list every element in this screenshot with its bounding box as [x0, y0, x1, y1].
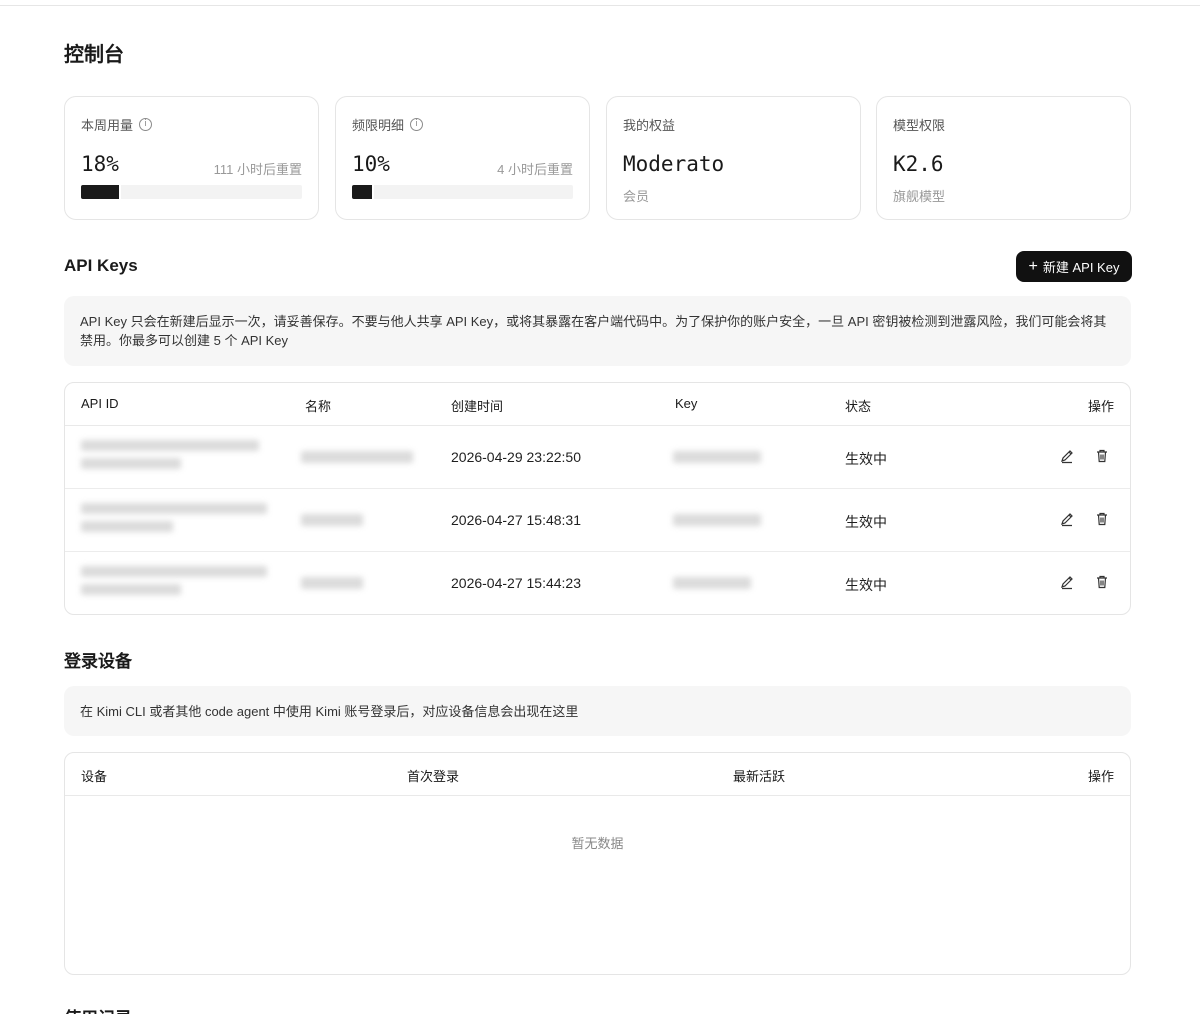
redacted-name [301, 451, 413, 463]
new-api-key-button[interactable]: + 新建 API Key [1016, 251, 1132, 282]
delete-icon[interactable] [1094, 448, 1110, 464]
devices-title: 登录设备 [64, 652, 132, 671]
api-keys-notice: API Key 只会在新建后显示一次，请妥善保存。不要与他人共享 API Key… [64, 296, 1131, 366]
col-device: 设备 [81, 769, 108, 784]
api-keys-table: API ID 名称 创建时间 Key 状态 操作 2026-04-29 23:2… [64, 382, 1131, 615]
created-time: 2026-04-27 15:48:31 [451, 512, 581, 528]
table-header: 设备 首次登录 最新活跃 操作 [65, 753, 1130, 796]
redacted-id [81, 440, 259, 451]
created-time: 2026-04-27 15:44:23 [451, 575, 581, 591]
model-sub: 旗舰模型 [893, 189, 946, 204]
top-divider [0, 5, 1200, 6]
page-title: 控制台 [64, 44, 124, 66]
redacted-id [81, 503, 267, 514]
benefits-sub: 会员 [623, 189, 650, 204]
edit-icon[interactable] [1059, 448, 1075, 464]
model-label: 模型权限 [893, 118, 946, 133]
new-api-key-label: 新建 API Key [1042, 260, 1120, 275]
table-row: 2026-04-27 15:48:31 生效中 [65, 489, 1130, 552]
table-header: API ID 名称 创建时间 Key 状态 操作 [65, 383, 1130, 426]
devices-table: 设备 首次登录 最新活跃 操作 暂无数据 [64, 752, 1131, 975]
info-icon[interactable]: i [139, 118, 153, 131]
col-api-id: API ID [81, 396, 119, 411]
rate-limit-progress-fill [352, 185, 375, 199]
col-first-login: 首次登录 [407, 769, 460, 784]
status-text: 生效中 [845, 451, 887, 467]
redacted-name [301, 577, 363, 589]
weekly-usage-reset: 111 小时后重置 [213, 162, 302, 177]
weekly-usage-value: 18% [81, 152, 119, 176]
usage-title: 使用记录 [64, 1004, 132, 1014]
status-text: 生效中 [845, 577, 887, 593]
col-name: 名称 [305, 399, 332, 414]
col-actions: 操作 [1087, 399, 1114, 414]
redacted-id [81, 584, 181, 595]
plus-icon: + [1028, 257, 1038, 275]
edit-icon[interactable] [1059, 511, 1075, 527]
model-card: 模型权限 K2.6 旗舰模型 [876, 96, 1131, 220]
weekly-usage-card: 本周用量 i 18% 111 小时后重置 [64, 96, 319, 220]
redacted-id [81, 458, 181, 469]
weekly-usage-progress [81, 185, 302, 199]
table-row: 2026-04-27 15:44:23 生效中 [65, 552, 1130, 614]
delete-icon[interactable] [1094, 511, 1110, 527]
delete-icon[interactable] [1094, 574, 1110, 590]
empty-state: 暂无数据 [571, 836, 624, 851]
benefits-label: 我的权益 [623, 118, 676, 133]
rate-limit-card: 频限明细 i 10% 4 小时后重置 [335, 96, 590, 220]
col-actions: 操作 [1087, 769, 1114, 784]
col-created: 创建时间 [451, 399, 504, 414]
rate-limit-reset: 4 小时后重置 [497, 162, 573, 177]
col-status: 状态 [845, 399, 872, 414]
benefits-value: Moderato [623, 152, 725, 176]
col-key: Key [675, 396, 698, 411]
benefits-card: 我的权益 Moderato 会员 [606, 96, 861, 220]
edit-icon[interactable] [1059, 574, 1075, 590]
redacted-name [301, 514, 363, 526]
redacted-key [673, 514, 761, 526]
weekly-usage-label: 本周用量 [81, 118, 134, 133]
status-text: 生效中 [845, 514, 887, 530]
api-keys-title: API Keys [64, 256, 138, 275]
redacted-key [673, 451, 761, 463]
created-time: 2026-04-29 23:22:50 [451, 449, 581, 465]
rate-limit-progress [352, 185, 573, 199]
redacted-key [673, 577, 751, 589]
rate-limit-label: 频限明细 [352, 118, 405, 133]
devices-notice: 在 Kimi CLI 或者其他 code agent 中使用 Kimi 账号登录… [64, 686, 1131, 736]
table-row: 2026-04-29 23:22:50 生效中 [65, 426, 1130, 489]
redacted-id [81, 521, 173, 532]
model-value: K2.6 [893, 152, 944, 176]
redacted-id [81, 566, 267, 577]
info-icon[interactable]: i [410, 118, 424, 131]
rate-limit-value: 10% [352, 152, 390, 176]
weekly-usage-progress-fill [81, 185, 121, 199]
col-last-active: 最新活跃 [733, 769, 786, 784]
